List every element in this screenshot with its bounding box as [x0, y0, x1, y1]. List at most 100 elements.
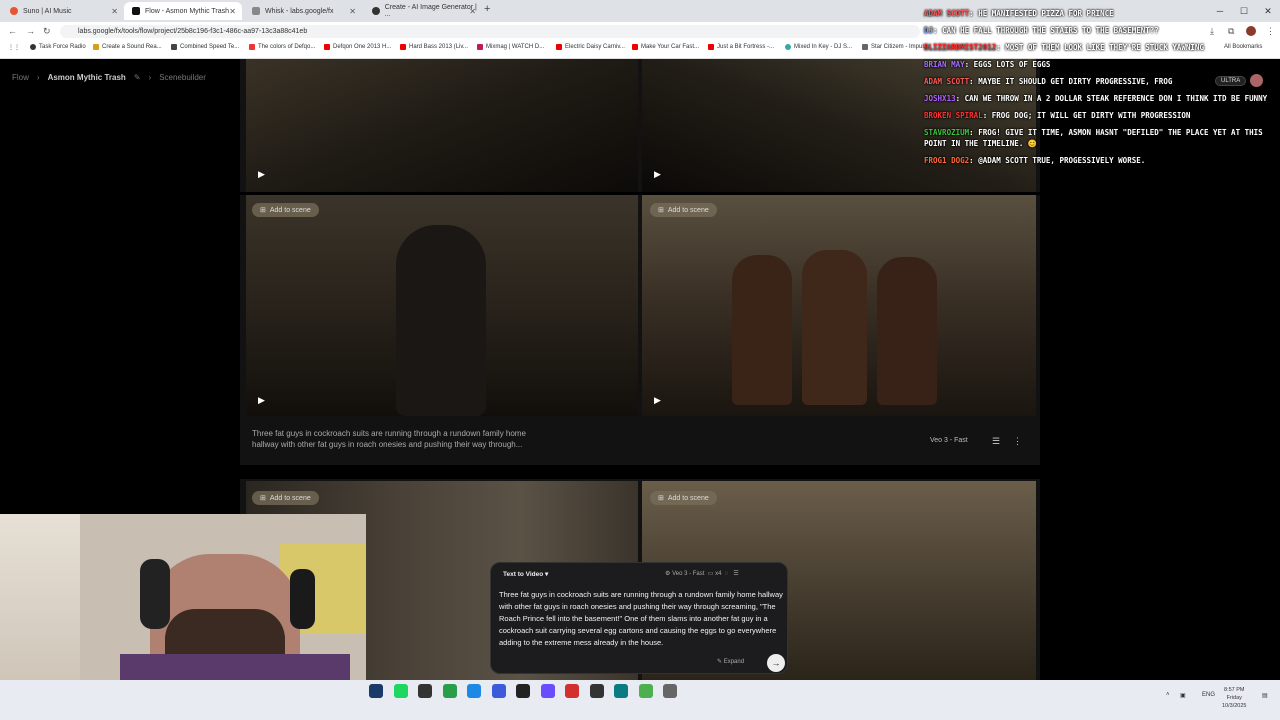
- add-to-scene-button[interactable]: ⊞ Add to scene: [650, 203, 717, 217]
- video-thumbnail[interactable]: ⊞ Add to scene ▶: [642, 195, 1036, 416]
- clip-panel-top: ▶ ▶: [240, 59, 1040, 192]
- chat-text: @Adam Scott true, progessively worse.: [978, 156, 1146, 165]
- bookmark-item[interactable]: Combined Speed Te...: [171, 44, 239, 50]
- chat-username: Joshx13: [924, 94, 956, 103]
- taskbar-app-icon[interactable]: [589, 684, 604, 698]
- clip-caption: Three fat guys in cockroach suits are ru…: [252, 429, 526, 449]
- bookmark-item[interactable]: Just a Bit Fortress -...: [708, 44, 774, 50]
- play-icon[interactable]: ▶: [654, 169, 661, 180]
- create-favicon-icon: [372, 7, 380, 15]
- close-tab-icon[interactable]: ✕: [349, 7, 356, 16]
- tray-icon[interactable]: ▣: [1180, 692, 1186, 699]
- tab-flow[interactable]: Flow - Asmon Mythic Trash ✕: [124, 2, 242, 20]
- roach-figure: [877, 257, 937, 405]
- tab-suno[interactable]: Suno | AI Music ✕: [2, 2, 124, 20]
- chat-text: can he fall through the stairs to the ba…: [942, 26, 1159, 35]
- output-count-icon: ▭: [707, 571, 714, 577]
- bookmark-item[interactable]: Mixed In Key - DJ S...: [785, 44, 852, 50]
- close-tab-icon[interactable]: ✕: [111, 7, 118, 16]
- stream-chat-overlay: Adam Scott: he manifested pizza for prin…: [924, 8, 1276, 172]
- play-icon[interactable]: ▶: [258, 169, 265, 180]
- taskbar-app-icon[interactable]: [614, 684, 628, 698]
- bookmark-item[interactable]: Electric Daisy Carniv...: [556, 44, 625, 50]
- play-icon[interactable]: ▶: [654, 395, 661, 406]
- forward-icon[interactable]: →: [26, 26, 35, 36]
- prompt-textarea[interactable]: Three fat guys in cockroach suits are ru…: [499, 589, 783, 649]
- taskbar-app-icon[interactable]: [418, 684, 432, 698]
- headphones-icon: [140, 559, 170, 629]
- expand-button[interactable]: ✎ Expand: [717, 658, 744, 665]
- bookmark-item[interactable]: Make Your Car Fast...: [632, 44, 699, 50]
- taskbar: ˄ ▣ ENG 8:57 PM Friday 10/3/2025 ▤: [0, 680, 1280, 720]
- bookmark-item[interactable]: Task Force Radio: [30, 44, 86, 50]
- chat-message: Frog1 Dog2: @Adam Scott true, progessive…: [924, 155, 1276, 166]
- reference-icon: ◌: [724, 571, 729, 577]
- tab-label: Create - AI Image Generator | ...: [384, 4, 477, 18]
- clock[interactable]: 8:57 PM Friday 10/3/2025: [1222, 686, 1246, 710]
- more-options-icon[interactable]: ⋮: [1013, 436, 1022, 447]
- bookmark-item[interactable]: Create a Sound Rea...: [93, 44, 162, 50]
- url-field[interactable]: labs.google/fx/tools/flow/project/25b8c1…: [60, 25, 920, 38]
- roach-figure: [732, 255, 792, 405]
- tab-whisk[interactable]: Whisk - labs.google/fx ✕: [244, 2, 362, 20]
- prompt-settings[interactable]: ⚙ Veo 3 - Fast ▭ x4 ◌ ☰: [665, 570, 739, 577]
- taskbar-app-icon[interactable]: [442, 684, 457, 698]
- breadcrumb: Flow › Asmon Mythic Trash ✎ › Scenebuild…: [12, 73, 206, 82]
- add-to-scene-button[interactable]: ⊞ Add to scene: [252, 491, 319, 505]
- add-scene-icon: ⊞: [658, 495, 664, 502]
- taskbar-app-icon[interactable]: [491, 684, 506, 698]
- notifications-icon[interactable]: ▤: [1262, 692, 1268, 699]
- chat-username: Broken Spiral: [924, 111, 983, 120]
- back-icon[interactable]: ←: [8, 26, 17, 36]
- bookmark-item[interactable]: Mixmag | WATCH D...: [477, 44, 544, 50]
- add-scene-icon: ⊞: [260, 207, 266, 214]
- taskbar-app-icon[interactable]: [369, 684, 383, 698]
- chat-message: Stavrozium: Frog! give it time, Asmon ha…: [924, 127, 1276, 149]
- bookmark-item[interactable]: Star Citizem - Impul...: [862, 44, 929, 50]
- prompt-composer: Text to Video ▾ ⚙ Veo 3 - Fast ▭ x4 ◌ ☰ …: [490, 562, 788, 674]
- close-tab-icon[interactable]: ✕: [469, 7, 476, 16]
- taskbar-app-icon[interactable]: [565, 684, 579, 698]
- whisk-favicon-icon: [252, 7, 260, 15]
- chat-separator: :: [969, 156, 979, 165]
- edit-pencil-icon[interactable]: ✎: [134, 73, 141, 82]
- clip-panel-middle: ⊞ Add to scene ▶ ⊞ Add to scene ▶: [240, 195, 1040, 465]
- close-tab-icon[interactable]: ✕: [229, 7, 236, 16]
- taskbar-app-icon[interactable]: [638, 684, 653, 698]
- language-indicator[interactable]: ENG: [1202, 692, 1215, 698]
- tune-icon: ☰: [733, 571, 739, 577]
- new-tab-icon[interactable]: +: [484, 3, 490, 15]
- breadcrumb-mode[interactable]: Scenebuilder: [159, 73, 206, 82]
- add-to-scene-button[interactable]: ⊞ Add to scene: [650, 491, 717, 505]
- chat-username: Stavrozium: [924, 128, 970, 137]
- tab-create[interactable]: Create - AI Image Generator | ... ✕: [364, 2, 482, 20]
- chat-username: Brian May: [924, 60, 965, 69]
- taskbar-app-icon[interactable]: [393, 684, 408, 698]
- taskbar-app-icon[interactable]: [540, 684, 555, 698]
- chat-separator: :: [982, 111, 992, 120]
- tray-chevron-icon[interactable]: ˄: [1166, 692, 1170, 698]
- list-options-icon[interactable]: ☰: [992, 436, 1000, 447]
- breadcrumb-root[interactable]: Flow: [12, 73, 29, 82]
- bookmark-item[interactable]: Hard Bass 2013 (Liv...: [400, 44, 468, 50]
- taskbar-app-icon[interactable]: [516, 684, 530, 698]
- settings-icon: ⚙: [665, 571, 671, 577]
- video-thumbnail[interactable]: ▶: [246, 59, 638, 192]
- roach-figure: [396, 225, 486, 416]
- taskbar-app-icon[interactable]: [663, 684, 677, 698]
- play-icon[interactable]: ▶: [258, 395, 265, 406]
- breadcrumb-project[interactable]: Asmon Mythic Trash: [48, 73, 126, 82]
- bookmark-item[interactable]: The colors of Defqo...: [249, 44, 315, 50]
- apps-icon[interactable]: ⋮⋮: [8, 44, 20, 51]
- chat-message: DJ: can he fall through the stairs to th…: [924, 25, 1276, 36]
- video-thumbnail[interactable]: ⊞ Add to scene ▶: [246, 195, 638, 416]
- bookmark-item[interactable]: Defqon One 2013 H...: [324, 44, 391, 50]
- reload-icon[interactable]: ↻: [43, 26, 51, 37]
- webcam-overlay: [0, 514, 366, 680]
- add-to-scene-button[interactable]: ⊞ Add to scene: [252, 203, 319, 217]
- send-button[interactable]: →: [767, 654, 785, 672]
- mode-selector[interactable]: Text to Video ▾: [503, 570, 548, 578]
- taskbar-app-icon[interactable]: [467, 684, 481, 698]
- output-count: x4: [715, 571, 722, 577]
- chat-text: can we throw in a 2 dollar steak referen…: [964, 94, 1268, 103]
